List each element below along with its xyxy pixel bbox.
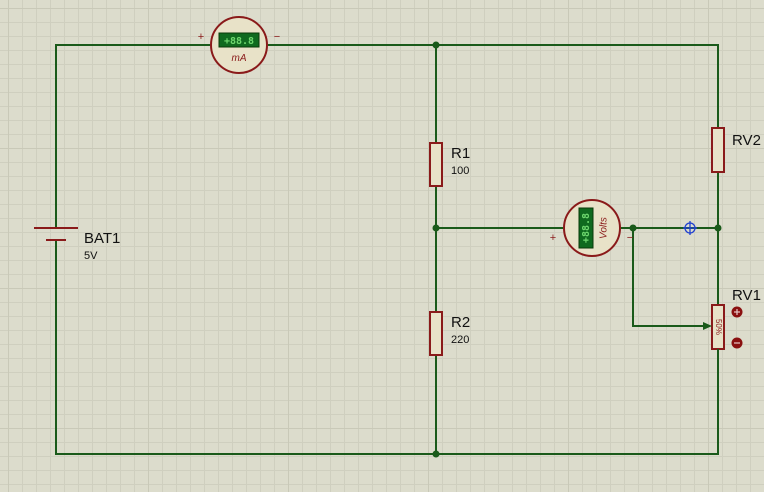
r1-body bbox=[429, 142, 443, 187]
ammeter-minus: − bbox=[274, 31, 280, 43]
ammeter-reading: +88.8 bbox=[224, 36, 254, 47]
wire-top-left bbox=[55, 44, 210, 228]
r2-value: 220 bbox=[451, 334, 469, 346]
probe-crosshair-icon[interactable] bbox=[683, 221, 697, 235]
rv1-increase-button[interactable] bbox=[731, 306, 743, 318]
voltmeter-plus: + bbox=[550, 232, 556, 244]
wires bbox=[55, 44, 719, 455]
battery[interactable]: BAT1 5V bbox=[34, 227, 120, 262]
resistor-r1[interactable]: R1 100 bbox=[429, 142, 470, 187]
battery-ref: BAT1 bbox=[84, 230, 120, 247]
wire-bat-bottom bbox=[55, 240, 719, 455]
schematic-canvas[interactable]: +88.8 mA + − BAT1 5V R1 100 R2 220 +88.8… bbox=[0, 0, 764, 492]
voltmeter-minus: − bbox=[627, 232, 633, 244]
junction-node bbox=[714, 224, 722, 232]
rv1-wiper-arrow bbox=[703, 322, 712, 330]
rv1-ref: RV1 bbox=[732, 287, 761, 304]
resistor-r2[interactable]: R2 220 bbox=[429, 311, 470, 356]
rv2-ref: RV2 bbox=[732, 132, 761, 149]
rv1-decrease-button[interactable] bbox=[731, 337, 743, 349]
r1-value: 100 bbox=[451, 165, 469, 177]
wire-top-right bbox=[268, 44, 719, 128]
potentiometer-rv2[interactable]: RV2 bbox=[711, 127, 761, 173]
voltmeter-reading: +88.8 bbox=[581, 213, 592, 243]
r1-ref: R1 bbox=[451, 145, 470, 162]
rv2-body bbox=[711, 127, 725, 173]
potentiometer-rv1[interactable]: 50% RV1 bbox=[703, 287, 761, 368]
ammeter[interactable]: +88.8 mA + − bbox=[198, 16, 280, 74]
battery-value: 5V bbox=[84, 250, 98, 262]
wire-wiper bbox=[632, 228, 705, 327]
junction-node bbox=[629, 224, 637, 232]
junction-node bbox=[432, 224, 440, 232]
junction-node bbox=[432, 41, 440, 49]
ammeter-unit: mA bbox=[232, 53, 247, 64]
rv1-setting: 50% bbox=[714, 319, 723, 335]
r2-body bbox=[429, 311, 443, 356]
voltmeter-unit: Volts bbox=[599, 217, 610, 239]
ammeter-plus: + bbox=[198, 31, 204, 43]
junction-node bbox=[432, 450, 440, 458]
r2-ref: R2 bbox=[451, 314, 470, 331]
